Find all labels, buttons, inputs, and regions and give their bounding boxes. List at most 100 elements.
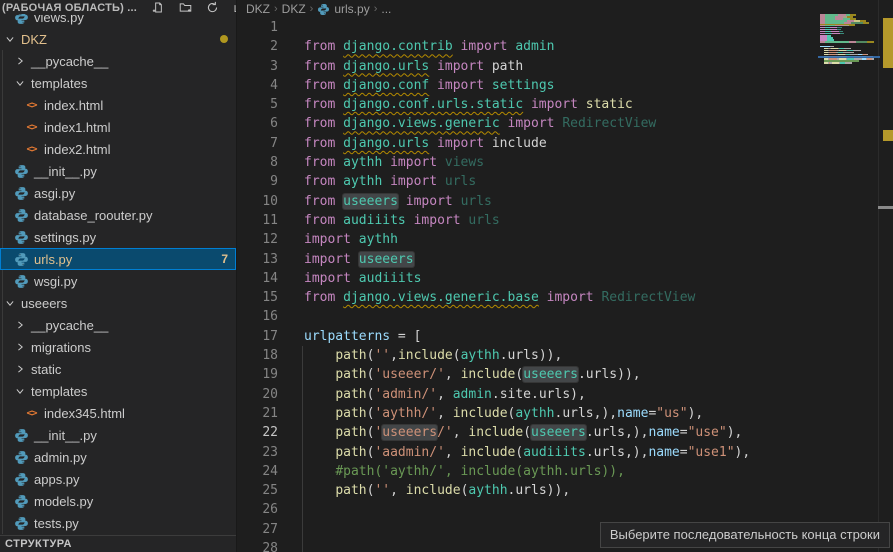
tree-item-label: templates <box>31 384 87 399</box>
code-line-3[interactable]: 3from django.urls import path <box>238 57 893 76</box>
tree-item-templates[interactable]: templates <box>0 380 236 402</box>
code-line-22[interactable]: 22 path('useeers/', include(useeers.urls… <box>238 423 893 442</box>
breadcrumb-item[interactable]: DKZ <box>282 2 306 16</box>
code-line-19[interactable]: 19 path('useeer/', include(useeers.urls)… <box>238 365 893 384</box>
code-text: from django.views.generic.base import Re… <box>278 288 695 307</box>
line-number: 24 <box>238 462 278 481</box>
python-file-icon <box>14 230 29 245</box>
breadcrumb-separator: › <box>373 3 379 15</box>
tree-item--init-py[interactable]: __init__.py <box>0 160 236 182</box>
line-number: 4 <box>238 76 278 95</box>
tree-item-label: DKZ <box>21 32 47 47</box>
code-line-6[interactable]: 6from django.views.generic import Redire… <box>238 114 893 133</box>
tree-item-migrations[interactable]: migrations <box>0 336 236 358</box>
tree-item-tests-py[interactable]: tests.py <box>0 512 236 534</box>
collapse-folders-icon[interactable] <box>232 1 237 15</box>
tree-item-label: templates <box>31 76 87 91</box>
refresh-icon[interactable] <box>205 1 219 15</box>
code-line-4[interactable]: 4from django.conf import settings <box>238 76 893 95</box>
outline-label: СТРУКТУРА <box>5 538 72 550</box>
tree-item-label: index1.html <box>44 120 110 135</box>
code-line-11[interactable]: 11from audiiits import urls <box>238 211 893 230</box>
tree-item-models-py[interactable]: models.py <box>0 490 236 512</box>
code-area[interactable]: 12from django.contrib import admin3from … <box>238 18 893 552</box>
breadcrumb-label: DKZ <box>246 2 270 16</box>
code-line-9[interactable]: 9from aythh import urls <box>238 172 893 191</box>
line-number: 20 <box>238 385 278 404</box>
chevron-down-icon <box>4 297 16 309</box>
tree-item-apps-py[interactable]: apps.py <box>0 468 236 490</box>
code-line-8[interactable]: 8from aythh import views <box>238 153 893 172</box>
new-folder-icon[interactable] <box>178 1 192 15</box>
code-line-2[interactable]: 2from django.contrib import admin <box>238 37 893 56</box>
code-text: from django.conf.urls.static import stat… <box>278 95 633 114</box>
code-line-7[interactable]: 7from django.urls import include <box>238 134 893 153</box>
code-text: from aythh import urls <box>278 172 476 191</box>
code-line-14[interactable]: 14import audiiits <box>238 269 893 288</box>
code-line-10[interactable]: 10from useeers import urls <box>238 192 893 211</box>
breadcrumb-item[interactable]: DKZ <box>246 2 270 16</box>
tree-item-index1-html[interactable]: <>index1.html <box>0 116 236 138</box>
tree-item-database-roouter-py[interactable]: database_roouter.py <box>0 204 236 226</box>
chevron-right-icon <box>14 319 26 331</box>
line-number: 11 <box>238 211 278 230</box>
breadcrumb-item[interactable]: ... <box>381 2 391 16</box>
code-line-17[interactable]: 17urlpatterns = [ <box>238 327 893 346</box>
line-number: 3 <box>238 57 278 76</box>
code-line-25[interactable]: 25 path('', include(aythh.urls)), <box>238 481 893 500</box>
tree-item-dkz[interactable]: DKZ <box>0 28 236 50</box>
code-text <box>278 500 304 519</box>
overview-ruler[interactable] <box>878 0 893 552</box>
tree-item-wsgi-py[interactable]: wsgi.py <box>0 270 236 292</box>
tree-item--init-py[interactable]: __init__.py <box>0 424 236 446</box>
line-number: 9 <box>238 172 278 191</box>
tree-item--pycache-[interactable]: __pycache__ <box>0 50 236 72</box>
tree-item-templates[interactable]: templates <box>0 72 236 94</box>
code-line-5[interactable]: 5from django.conf.urls.static import sta… <box>238 95 893 114</box>
code-line-1[interactable]: 1 <box>238 18 893 37</box>
tree-item-urls-py[interactable]: urls.py7 <box>0 248 236 270</box>
explorer-pane-header: (РАБОЧАЯ ОБЛАСТЬ) ... <box>0 0 236 14</box>
tree-item-label: admin.py <box>34 450 87 465</box>
code-line-24[interactable]: 24 #path('aythh/', include(aythh.urls)), <box>238 462 893 481</box>
tree-item-admin-py[interactable]: admin.py <box>0 446 236 468</box>
new-file-icon[interactable] <box>151 1 165 15</box>
line-number: 21 <box>238 404 278 423</box>
tree-item-settings-py[interactable]: settings.py <box>0 226 236 248</box>
breadcrumb-label: DKZ <box>282 2 306 16</box>
code-line-21[interactable]: 21 path('aythh/', include(aythh.urls,),n… <box>238 404 893 423</box>
code-line-23[interactable]: 23 path('aadmin/', include(audiiits.urls… <box>238 443 893 462</box>
python-file-icon <box>14 274 29 289</box>
python-file-icon <box>14 164 29 179</box>
minimap[interactable] <box>820 12 878 71</box>
code-line-20[interactable]: 20 path('admin/', admin.site.urls), <box>238 385 893 404</box>
tree-item-useeers[interactable]: useeers <box>0 292 236 314</box>
html-file-icon: <> <box>24 144 39 155</box>
tree-item-static[interactable]: static <box>0 358 236 380</box>
line-number: 8 <box>238 153 278 172</box>
tree-item-label: settings.py <box>34 230 96 245</box>
code-line-18[interactable]: 18 path('',include(aythh.urls)), <box>238 346 893 365</box>
outline-section-header[interactable]: СТРУКТУРА <box>0 535 236 552</box>
breadcrumb-label: urls.py <box>334 2 369 16</box>
code-text: #path('aythh/', include(aythh.urls)), <box>278 462 625 481</box>
code-line-13[interactable]: 13import useeers <box>238 250 893 269</box>
code-line-12[interactable]: 12import aythh <box>238 230 893 249</box>
tree-item-asgi-py[interactable]: asgi.py <box>0 182 236 204</box>
code-text: path('admin/', admin.site.urls), <box>278 385 586 404</box>
code-line-26[interactable]: 26 <box>238 500 893 519</box>
code-line-16[interactable]: 16 <box>238 307 893 326</box>
tree-item-index-html[interactable]: <>index.html <box>0 94 236 116</box>
line-number: 12 <box>238 230 278 249</box>
breadcrumb-item[interactable]: urls.py <box>317 2 369 16</box>
line-number: 23 <box>238 443 278 462</box>
tree-item-index2-html[interactable]: <>index2.html <box>0 138 236 160</box>
line-number: 7 <box>238 134 278 153</box>
minimap-current-line <box>818 56 880 59</box>
tree-item-index345-html[interactable]: <>index345.html <box>0 402 236 424</box>
line-number: 2 <box>238 37 278 56</box>
code-text: from audiiits import urls <box>278 211 500 230</box>
code-line-15[interactable]: 15from django.views.generic.base import … <box>238 288 893 307</box>
tree-item--pycache-[interactable]: __pycache__ <box>0 314 236 336</box>
python-file-icon <box>14 516 29 531</box>
